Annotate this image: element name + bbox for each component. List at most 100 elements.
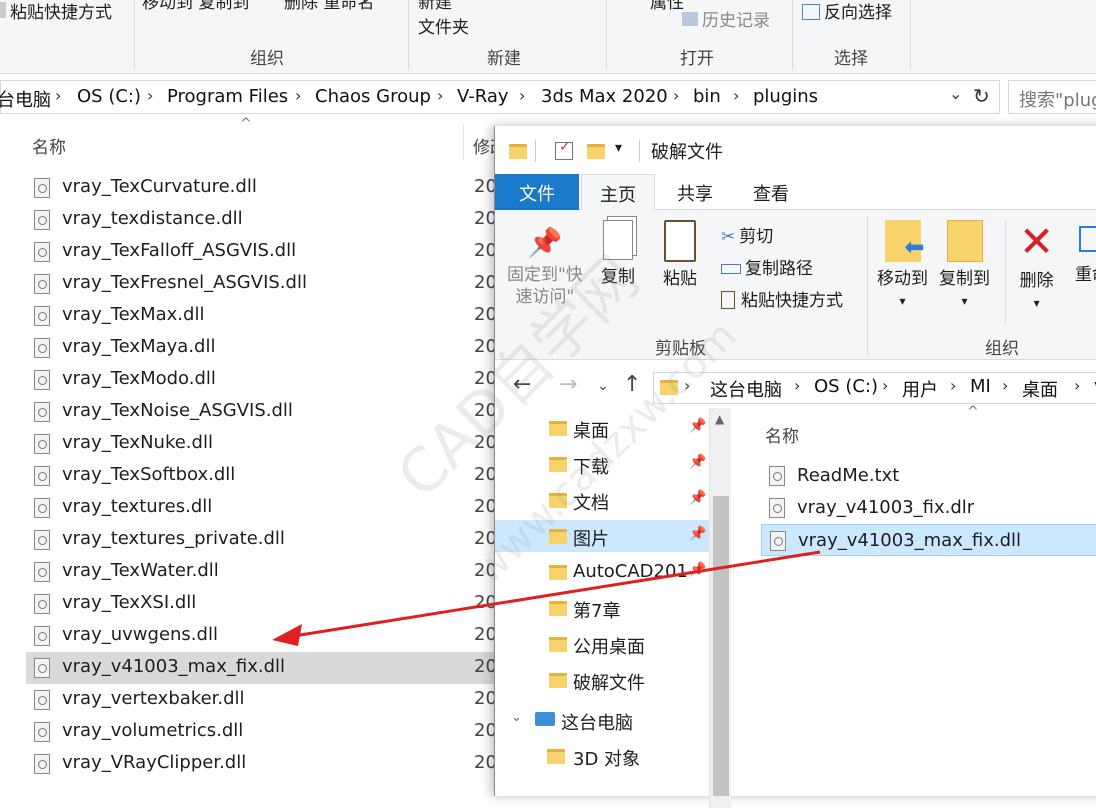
pin-icon: 📌 (689, 562, 707, 578)
pin-icon: 📌 (689, 418, 707, 434)
pin-icon: 📌 (689, 454, 707, 470)
table-row[interactable]: vray_TexFalloff_ASGVIS.dll 20 (26, 236, 497, 268)
file-name: vray_TexMax.dll (62, 304, 205, 325)
bg-address-bar[interactable]: 台电脑 › OS (C:) › Program Files › Chaos Gr… (0, 80, 1000, 114)
tab-home[interactable]: 主页 (581, 174, 655, 210)
crumb-bin[interactable]: bin (693, 86, 721, 107)
nav-tree-label: 下载 (573, 457, 609, 478)
table-row[interactable]: vray_TexNuke.dll 20 (26, 428, 497, 460)
table-row[interactable]: vray_VRayClipper.dll 20 (26, 748, 497, 780)
nav-tree-item[interactable]: 图片 📌 (495, 520, 709, 552)
nav-tree-item[interactable]: 公用桌面 (495, 628, 709, 660)
copy-to-button[interactable]: 复制到 ▾ (939, 220, 990, 312)
crumb-users[interactable]: 用户 (902, 376, 938, 402)
nav-pane-scrollbar[interactable]: ▲ (709, 408, 731, 808)
paste-shortcut-button[interactable]: 粘贴快捷方式 (0, 0, 112, 23)
properties-check-icon[interactable]: ✓ (555, 139, 573, 160)
nav-tree-label: 破解文件 (573, 673, 645, 694)
table-row[interactable]: vray_TexWater.dll 20 (26, 556, 497, 588)
fg-title-bar[interactable]: ✓ ▾ 破解文件 (495, 126, 1096, 174)
tab-view[interactable]: 查看 (739, 174, 803, 210)
history-button[interactable]: 历史记录 (682, 6, 770, 31)
table-row[interactable]: vray_texdistance.dll 20 (26, 204, 497, 236)
table-row[interactable]: vray_TexSoftbox.dll 20 (26, 460, 497, 492)
table-row[interactable]: vray_TexCurvature.dll 20 (26, 172, 497, 204)
table-row[interactable]: vray_TexNoise_ASGVIS.dll 20 (26, 396, 497, 428)
crumb-mi[interactable]: MI (970, 376, 991, 397)
chevron-down-icon[interactable]: ⌄ (949, 84, 962, 103)
scrollbar-thumb[interactable] (713, 496, 729, 796)
table-row[interactable]: vray_vertexbaker.dll 20 (26, 684, 497, 716)
table-row[interactable]: vray_volumetrics.dll 20 (26, 716, 497, 748)
rename-button[interactable]: 重命 (1075, 220, 1096, 286)
list-item[interactable]: ReadMe.txt (761, 460, 1096, 492)
list-item[interactable]: vray_v41003_fix.dlr (761, 492, 1096, 524)
nav-tree-item[interactable]: 破解文件 (495, 664, 709, 696)
table-row[interactable]: vray_TexXSI.dll 20 (26, 588, 497, 620)
table-row[interactable]: vray_textures.dll 20 (26, 492, 497, 524)
table-row[interactable]: vray_TexMax.dll 20 (26, 300, 497, 332)
delete-button[interactable]: ✕ 删除 ▾ (1019, 220, 1054, 314)
title-divider (535, 140, 536, 162)
customize-toolbar-icon[interactable]: ▾ (615, 140, 622, 156)
crumb-os-c[interactable]: OS (C:) (814, 376, 878, 397)
file-name: vray_TexNuke.dll (62, 432, 213, 453)
crumb-this-pc[interactable]: 台电脑 (0, 86, 51, 112)
invert-select-button[interactable]: 反向选择 (802, 0, 892, 23)
cut-button[interactable]: ✂ 剪切 (721, 222, 773, 247)
chevron-right-icon: › (147, 86, 154, 105)
move-to-button[interactable]: ⬅ 移动到 ▾ (877, 220, 928, 312)
paste-shortcut-button[interactable]: 粘贴快捷方式 (721, 286, 843, 311)
table-row[interactable]: vray_v41003_max_fix.dll 20 (26, 652, 497, 684)
copy-button[interactable]: 复制 (601, 220, 635, 288)
recent-locations-icon[interactable]: ⌄ (597, 378, 609, 394)
up-arrow-icon[interactable]: ↑ (623, 372, 641, 397)
new-folder-button[interactable]: 新建 文件夹 (418, 0, 469, 38)
copy-path-button[interactable]: 复制路径 (721, 254, 813, 279)
crumb-chaos-group[interactable]: Chaos Group (315, 86, 431, 107)
crumb-desktop[interactable]: 桌面 (1022, 376, 1058, 402)
nav-tree-item[interactable]: 3D 对象 (495, 740, 709, 772)
search-input[interactable]: 搜索"plugins" (1008, 80, 1096, 114)
nav-tree-item[interactable]: 下载 📌 (495, 448, 709, 480)
pin-quick-access-button[interactable]: 📌 固定到"快 速访问" (507, 228, 583, 308)
copy-to-icon (946, 220, 983, 262)
file-name: vray_TexNoise_ASGVIS.dll (62, 400, 293, 421)
col-name-header[interactable]: 名称 (765, 422, 799, 447)
table-row[interactable]: vray_TexFresnel_ASGVIS.dll 20 (26, 268, 497, 300)
scroll-up-icon[interactable]: ▲ (715, 412, 724, 426)
nav-tree-item[interactable]: 桌面 📌 (495, 412, 709, 444)
move-copy-button[interactable]: 移动到 复制到 (142, 0, 249, 13)
crumb-plugins[interactable]: plugins (753, 86, 818, 107)
crumb-program-files[interactable]: Program Files (167, 86, 288, 107)
new-folder-icon[interactable] (587, 144, 605, 159)
table-row[interactable]: vray_textures_private.dll 20 (26, 524, 497, 556)
delete-rename-button[interactable]: 删除 重命名 (284, 0, 374, 13)
list-item[interactable]: vray_v41003_max_fix.dll (761, 524, 1096, 556)
file-name: vray_VRayClipper.dll (62, 752, 247, 773)
tab-file[interactable]: 文件 (495, 174, 579, 210)
table-row[interactable]: vray_uvwgens.dll 20 (26, 620, 497, 652)
ribbon-divider (606, 0, 607, 70)
properties-button[interactable]: 属性 (650, 0, 684, 13)
crumb-os-c[interactable]: OS (C:) (77, 86, 141, 107)
back-arrow-icon[interactable]: ← (513, 372, 531, 397)
paste-button[interactable]: 粘贴 (663, 220, 697, 290)
refresh-icon[interactable]: ↻ (973, 84, 990, 108)
fg-address-bar[interactable]: › 这台电脑 › OS (C:) › 用户 › MI › 桌面 › v (653, 372, 1096, 404)
dll-file-icon (34, 754, 50, 774)
crumb-vray[interactable]: V-Ray (457, 86, 509, 107)
table-row[interactable]: vray_TexModo.dll 20 (26, 364, 497, 396)
table-row[interactable]: vray_TexMaya.dll 20 (26, 332, 497, 364)
tab-share[interactable]: 共享 (663, 174, 727, 210)
col-name-header[interactable]: 名称 (32, 133, 66, 158)
forward-arrow-icon[interactable]: → (559, 372, 577, 397)
crumb-3dsmax[interactable]: 3ds Max 2020 (541, 86, 668, 107)
chevron-down-icon[interactable]: ⌄ (511, 710, 522, 725)
nav-tree-item[interactable]: 文档 📌 (495, 484, 709, 516)
nav-tree-item[interactable]: AutoCAD201 📌 (495, 556, 709, 588)
crumb-this-pc[interactable]: 这台电脑 (710, 376, 782, 402)
nav-tree-item[interactable]: 第7章 (495, 592, 709, 624)
nav-tree-item[interactable]: ⌄ 这台电脑 (495, 704, 709, 736)
chevron-right-icon: › (673, 86, 680, 105)
